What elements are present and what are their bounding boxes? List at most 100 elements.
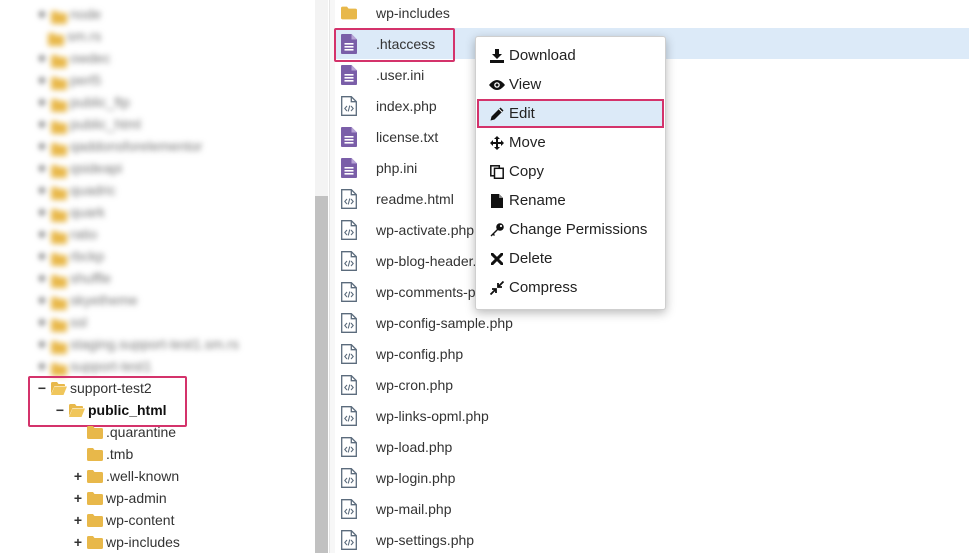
menu-item-download[interactable]: Download xyxy=(477,41,664,70)
file-row[interactable]: wp-cron.php xyxy=(335,369,969,401)
file-row[interactable]: wp-links-opml.php xyxy=(335,400,969,432)
tree-item-blurred[interactable]: + ratio xyxy=(36,223,97,245)
expand-toggle[interactable]: + xyxy=(36,355,48,377)
tree-item-blurred[interactable]: + qsideapi xyxy=(36,157,122,179)
tree-item-wp-content[interactable]: + wp-content xyxy=(72,509,175,531)
tree-item-quarantine[interactable]: .quarantine xyxy=(72,421,176,443)
tree-item-blurred[interactable]: + rbckp xyxy=(36,245,104,267)
tree-item-wp-includes[interactable]: + wp-includes xyxy=(72,531,180,553)
tree-item-blurred[interactable]: + ssl xyxy=(36,311,87,333)
expand-toggle[interactable]: + xyxy=(36,333,48,355)
menu-item-view[interactable]: View xyxy=(477,70,664,99)
text-file-icon xyxy=(341,64,357,85)
tree-item-label: support-test1 xyxy=(70,358,152,374)
tree-item-label: public_ftp xyxy=(70,94,130,110)
expand-toggle[interactable]: + xyxy=(72,531,84,553)
tree-item-blurred[interactable]: + staging.support-test1.sm.rs xyxy=(36,333,239,355)
menu-item-change-permissions[interactable]: Change Permissions xyxy=(477,215,664,244)
expand-toggle[interactable]: + xyxy=(36,179,48,201)
file-name: wp-login.php xyxy=(376,469,456,486)
menu-item-edit[interactable]: Edit xyxy=(477,99,664,128)
context-menu: Download View Edit Move Copy Rename Change Per… xyxy=(475,36,666,310)
expand-toggle[interactable]: + xyxy=(36,201,48,223)
tree-item-public-html[interactable]: − public_html xyxy=(54,399,167,421)
tree-scrollbar-thumb[interactable] xyxy=(315,196,328,553)
expand-toggle[interactable]: + xyxy=(36,69,48,91)
folder-icon xyxy=(51,184,67,200)
file-row[interactable]: wp-includes xyxy=(335,0,969,29)
expand-toggle[interactable]: + xyxy=(36,267,48,289)
expand-toggle[interactable]: + xyxy=(72,509,84,531)
file-name: wp-load.php xyxy=(376,438,453,455)
file-name: wp-settings.php xyxy=(376,531,475,548)
code-file-icon xyxy=(341,343,357,364)
tree-item-blurred[interactable]: sm.rs xyxy=(48,25,101,47)
code-file-icon xyxy=(341,529,357,550)
expand-toggle[interactable]: + xyxy=(36,157,48,179)
expand-toggle[interactable]: + xyxy=(36,311,48,333)
tree-item-label: qsideapi xyxy=(70,160,123,176)
tree-item-tmb[interactable]: .tmb xyxy=(72,443,133,465)
tree-item-blurred[interactable]: + perl5 xyxy=(36,69,101,91)
menu-item-label: Copy xyxy=(509,163,545,180)
tree-item-blurred[interactable]: + public_ftp xyxy=(36,91,130,113)
folder-icon xyxy=(51,316,67,332)
compress-icon xyxy=(489,280,505,295)
menu-item-move[interactable]: Move xyxy=(477,128,664,157)
expand-toggle[interactable]: + xyxy=(36,113,48,135)
tree-item-blurred[interactable]: + qaddonsforelementor xyxy=(36,135,202,157)
file-row[interactable]: wp-mail.php xyxy=(335,493,969,525)
expand-toggle[interactable]: + xyxy=(36,245,48,267)
expand-toggle[interactable]: + xyxy=(36,289,48,311)
move-arrows-icon xyxy=(489,135,505,150)
expand-toggle[interactable]: + xyxy=(36,223,48,245)
expand-toggle[interactable]: + xyxy=(36,91,48,113)
text-file-icon xyxy=(341,157,357,178)
file-row[interactable]: wp-settings.php xyxy=(335,524,969,553)
open-folder-icon xyxy=(69,403,85,417)
code-file-icon xyxy=(341,467,357,488)
expand-toggle[interactable]: + xyxy=(72,465,84,487)
tree-item-wp-admin[interactable]: + wp-admin xyxy=(72,487,167,509)
expand-toggle[interactable]: + xyxy=(36,3,48,25)
menu-item-delete[interactable]: Delete xyxy=(477,244,664,273)
menu-item-label: Rename xyxy=(509,192,566,209)
menu-item-copy[interactable]: Copy xyxy=(477,157,664,186)
tree-item-support-test2[interactable]: − support-test2 xyxy=(36,377,152,399)
tree-item-label: staging.support-test1.sm.rs xyxy=(70,336,239,352)
tree-item-blurred[interactable]: + owdec xyxy=(36,47,110,69)
tree-item-blurred[interactable]: + node xyxy=(36,3,101,25)
file-name: wp-config-sample.php xyxy=(376,314,513,331)
tree-item-well-known[interactable]: + .well-known xyxy=(72,465,179,487)
copy-icon xyxy=(489,164,505,179)
collapse-toggle[interactable]: − xyxy=(36,377,48,399)
tree-item-label: wp-content xyxy=(106,512,175,528)
expand-toggle[interactable]: + xyxy=(72,487,84,509)
tree-item-blurred[interactable]: + public_html xyxy=(36,113,141,135)
tree-item-label: quadric xyxy=(70,182,116,198)
file-row[interactable]: wp-config.php xyxy=(335,338,969,370)
tree-item-blurred[interactable]: + shuffle xyxy=(36,267,111,289)
file-row[interactable]: wp-login.php xyxy=(335,462,969,494)
menu-item-rename[interactable]: Rename xyxy=(477,186,664,215)
tree-item-label: .quarantine xyxy=(106,424,177,440)
file-name: wp-mail.php xyxy=(376,500,452,517)
folder-icon xyxy=(51,140,67,156)
tree-item-blurred[interactable]: + quadric xyxy=(36,179,116,201)
folder-icon xyxy=(87,535,103,549)
collapse-toggle[interactable]: − xyxy=(54,399,66,421)
folder-icon xyxy=(51,8,67,24)
code-file-icon xyxy=(341,436,357,457)
tree-item-blurred[interactable]: + quark xyxy=(36,201,105,223)
file-row[interactable]: wp-load.php xyxy=(335,431,969,463)
expand-toggle[interactable]: + xyxy=(36,135,48,157)
file-row[interactable]: wp-config-sample.php xyxy=(335,307,969,339)
text-file-icon xyxy=(341,126,357,147)
x-icon xyxy=(489,252,505,265)
highlight-box-htaccess xyxy=(334,28,455,62)
tree-item-blurred[interactable]: + skyetheme xyxy=(36,289,138,311)
expand-toggle[interactable]: + xyxy=(36,47,48,69)
menu-item-compress[interactable]: Compress xyxy=(477,273,664,302)
tree-item-blurred[interactable]: + support-test1 xyxy=(36,355,152,377)
code-file-icon xyxy=(341,281,357,302)
